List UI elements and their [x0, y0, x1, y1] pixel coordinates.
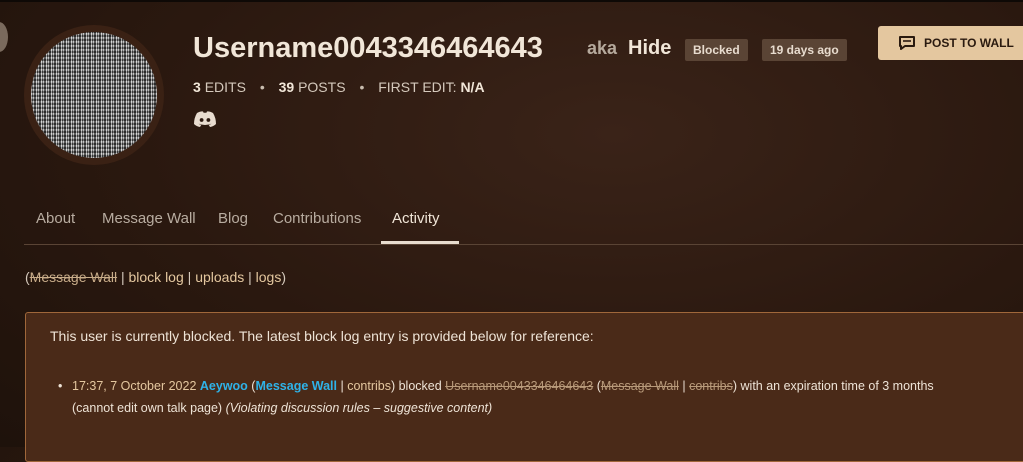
entry-timestamp[interactable]: 17:37, 7 October 2022: [72, 379, 196, 393]
tab-activity[interactable]: Activity: [392, 210, 440, 227]
message-wall-link[interactable]: Message Wall: [30, 269, 117, 285]
blocker-message-wall-link[interactable]: Message Wall: [255, 379, 337, 393]
target-user-link[interactable]: Username0043346464643: [445, 379, 593, 393]
aka-name: Hide: [628, 37, 672, 59]
blocked-badge: Blocked: [685, 39, 748, 61]
join-age-badge: 19 days ago: [762, 39, 847, 61]
edits-label: EDITS: [204, 79, 246, 95]
user-stats: 3 EDITS • 39 POSTS • FIRST EDIT: N/A: [193, 78, 485, 96]
user-tool-links: (Message Wall | block log | uploads | lo…: [25, 268, 286, 286]
target-contribs-link[interactable]: contribs: [689, 379, 733, 393]
target-message-wall-link[interactable]: Message Wall: [601, 379, 679, 393]
entry-separator: |: [336, 379, 348, 393]
message-icon: [899, 36, 915, 50]
post-to-wall-button[interactable]: POST TO WALL: [878, 26, 1023, 60]
tab-message-wall[interactable]: Message Wall: [102, 210, 196, 227]
stats-separator: •: [359, 79, 365, 95]
uploads-link[interactable]: uploads: [195, 269, 244, 285]
first-edit-label: FIRST EDIT:: [378, 79, 457, 95]
username: Username0043346464643: [193, 32, 543, 64]
list-bullet: •: [58, 379, 63, 393]
posts-count: 39: [278, 79, 295, 95]
tab-contributions[interactable]: Contributions: [273, 210, 361, 227]
block-notice: This user is currently blocked. The late…: [25, 312, 1023, 462]
discord-icon[interactable]: [193, 110, 217, 128]
link-separator: |: [120, 269, 125, 285]
blocker-contribs-link[interactable]: contribs: [347, 379, 391, 393]
link-separator: |: [248, 269, 252, 285]
entry-paren: (: [593, 379, 601, 393]
post-to-wall-label: POST TO WALL: [924, 36, 1014, 50]
block-log-entry: • 17:37, 7 October 2022 Aeywoo (Message …: [58, 375, 992, 419]
edge-handle[interactable]: [0, 22, 8, 52]
entry-reason: (Violating discussion rules – suggestive…: [225, 401, 493, 415]
link-separator: |: [187, 269, 192, 285]
first-edit-value: N/A: [460, 79, 485, 95]
entry-separator: |: [678, 379, 690, 393]
entry-expiry: ) with an expiration time of 3 months: [732, 379, 934, 393]
close-paren: ): [281, 269, 287, 285]
entry-restriction: (cannot edit own talk page): [72, 401, 226, 415]
blocker-user-link[interactable]: Aeywoo: [200, 379, 248, 393]
top-border: [0, 0, 1023, 2]
tab-about[interactable]: About: [36, 210, 75, 227]
avatar: [31, 32, 157, 158]
block-log-link[interactable]: block log: [129, 269, 184, 285]
aka-label: aka: [587, 38, 618, 58]
tab-blog[interactable]: Blog: [218, 210, 248, 227]
edits-count: 3: [193, 79, 201, 95]
entry-action: ) blocked: [390, 379, 446, 393]
stats-separator: •: [259, 79, 265, 95]
block-notice-text: This user is currently blocked. The late…: [50, 328, 594, 344]
logs-link[interactable]: logs: [256, 269, 282, 285]
posts-label: POSTS: [298, 79, 346, 95]
tabs-divider: [24, 244, 1023, 245]
